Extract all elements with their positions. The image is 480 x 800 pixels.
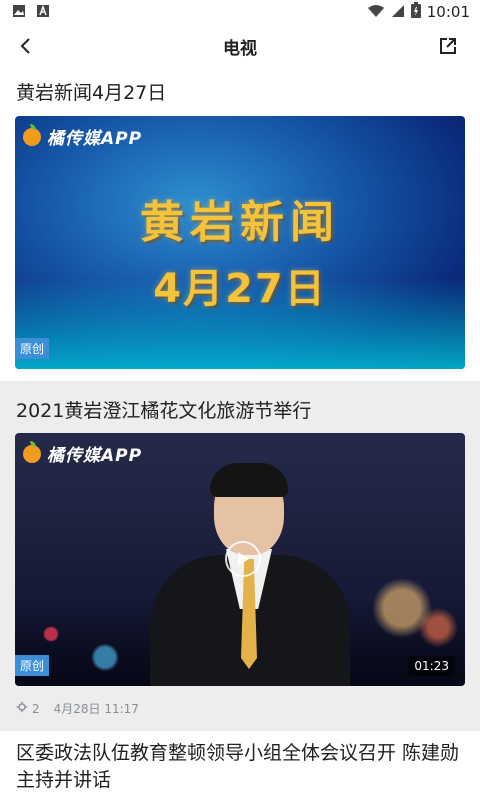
orange-logo-icon — [23, 123, 41, 146]
original-badge: 原创 — [15, 655, 50, 676]
orange-logo-icon — [23, 440, 41, 463]
text-a-icon — [36, 3, 50, 22]
news-item-thumbnail[interactable]: 橘传媒APP 黄岩新闻 4月27日 原创 — [15, 116, 465, 369]
thumbnail-headline: 黄岩新闻 — [140, 197, 340, 248]
view-count: 2 — [32, 701, 40, 716]
original-badge: 原创 — [15, 338, 50, 359]
logo-text: 橘传媒APP — [47, 446, 143, 466]
image-icon — [12, 3, 26, 22]
share-external-icon[interactable] — [434, 32, 462, 60]
publish-date: 4月28日 11:17 — [53, 702, 139, 716]
video-duration: 01:23 — [408, 656, 455, 676]
status-time: 10:01 — [426, 3, 470, 21]
video-thumbnail[interactable]: 橘传媒APP 原创 01:23 — [15, 433, 465, 686]
app-logo: 橘传媒APP — [23, 123, 143, 149]
battery-icon — [410, 2, 421, 22]
news-item-title[interactable]: 2021黄岩澄江橘花文化旅游节举行 — [16, 396, 311, 423]
status-bar: 10:01 — [0, 0, 480, 24]
chevron-left-icon[interactable] — [12, 32, 40, 60]
top-toolbar: 电视 — [0, 24, 480, 68]
view-count-icon — [16, 701, 28, 716]
item-meta: 2 4月28日 11:17 — [16, 700, 139, 717]
cell-signal-icon — [391, 3, 405, 22]
thumbnail-date: 4月27日 — [153, 266, 327, 312]
play-icon[interactable] — [225, 541, 261, 577]
news-item-title[interactable]: 黄岩新闻4月27日 — [16, 78, 166, 105]
app-logo: 橘传媒APP — [23, 440, 143, 466]
page-title: 电视 — [223, 38, 257, 59]
logo-text: 橘传媒APP — [47, 129, 143, 149]
wifi-icon — [367, 3, 385, 22]
news-item-title[interactable]: 区委政法队伍教育整顿领导小组全体会议召开 陈建勋主持并讲话 — [16, 740, 468, 794]
